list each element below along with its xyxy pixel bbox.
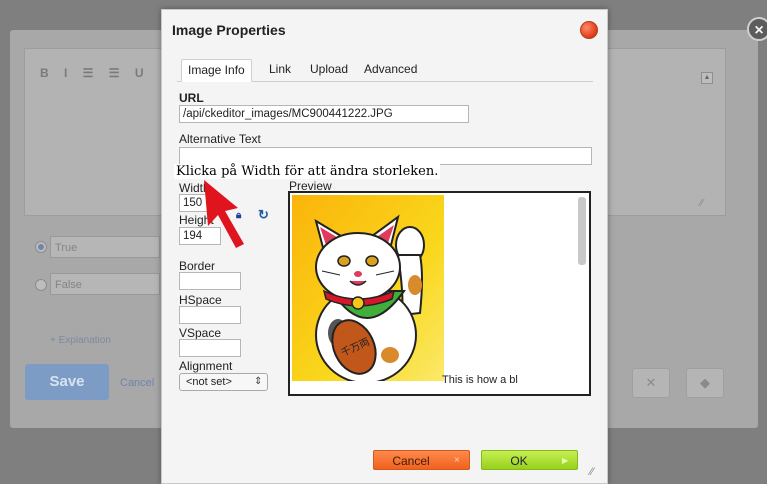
- cancel-button[interactable]: Cancel ×: [373, 450, 470, 470]
- alt-text-input[interactable]: [179, 147, 592, 165]
- tab-image-info[interactable]: Image Info: [181, 59, 252, 82]
- tab-link[interactable]: Link: [263, 59, 297, 80]
- lucky-cat-image: 千万両: [292, 195, 444, 381]
- alt-text-label: Alternative Text: [179, 132, 261, 146]
- editor-resize-icon: ⁄⁄: [700, 198, 704, 209]
- editor-scroll-up-icon: ▲: [701, 72, 713, 84]
- dialog-title: Image Properties: [172, 22, 286, 38]
- select-arrows-icon: ⇕: [254, 376, 263, 387]
- instruction-annotation: Klicka på Width för att ändra storleken.: [174, 164, 441, 179]
- save-button[interactable]: Save: [25, 364, 109, 400]
- dialog-tabs: Image Info Link Upload Advanced: [177, 59, 593, 82]
- option-false-radio[interactable]: [35, 279, 47, 291]
- ok-button-label: OK: [510, 454, 528, 468]
- preview-scrollbar[interactable]: [578, 197, 586, 265]
- editor-toolbar: B I ☰ ☰ U: [40, 66, 150, 80]
- tag-icon[interactable]: ◆: [686, 368, 724, 398]
- hspace-input[interactable]: [179, 306, 241, 324]
- ok-arrow-icon: ▶: [562, 456, 569, 465]
- border-input[interactable]: [179, 272, 241, 290]
- tab-upload[interactable]: Upload: [304, 59, 354, 80]
- preview-box: 千万両 This is how a bl: [288, 191, 591, 396]
- alignment-label: Alignment: [179, 359, 233, 373]
- cancel-link[interactable]: Cancel: [120, 377, 154, 389]
- cancel-x-icon: ×: [454, 455, 460, 466]
- image-properties-dialog: Image Properties Image Info Link Upload …: [161, 9, 608, 484]
- annotation-arrow-icon: [204, 180, 244, 248]
- option-false-field[interactable]: False: [50, 273, 160, 295]
- alignment-select[interactable]: <not set> ⇕: [179, 373, 268, 391]
- option-true-radio[interactable]: [35, 241, 47, 253]
- ok-button[interactable]: OK ▶: [481, 450, 578, 470]
- preview-sample-text: This is how a bl: [442, 374, 518, 386]
- tab-advanced[interactable]: Advanced: [358, 59, 423, 80]
- border-label: Border: [179, 259, 216, 273]
- vspace-label: VSpace: [179, 326, 222, 340]
- close-icon[interactable]: ×: [747, 17, 767, 41]
- cancel-button-label: Cancel: [392, 454, 430, 468]
- vspace-input[interactable]: [179, 339, 241, 357]
- url-input[interactable]: /api/ckeditor_images/MC900441222.JPG: [179, 105, 469, 123]
- hspace-label: HSpace: [179, 293, 222, 307]
- option-true-field[interactable]: True: [50, 236, 160, 258]
- reset-size-icon[interactable]: ↻: [258, 207, 269, 223]
- explanation-link[interactable]: + Explanation: [50, 335, 111, 346]
- alignment-value: <not set>: [186, 376, 232, 388]
- dialog-resize-icon[interactable]: ⁄⁄: [590, 466, 594, 478]
- url-label: URL: [179, 91, 204, 105]
- tools-icon[interactable]: ✕: [632, 368, 670, 398]
- dialog-close-icon[interactable]: [580, 21, 598, 39]
